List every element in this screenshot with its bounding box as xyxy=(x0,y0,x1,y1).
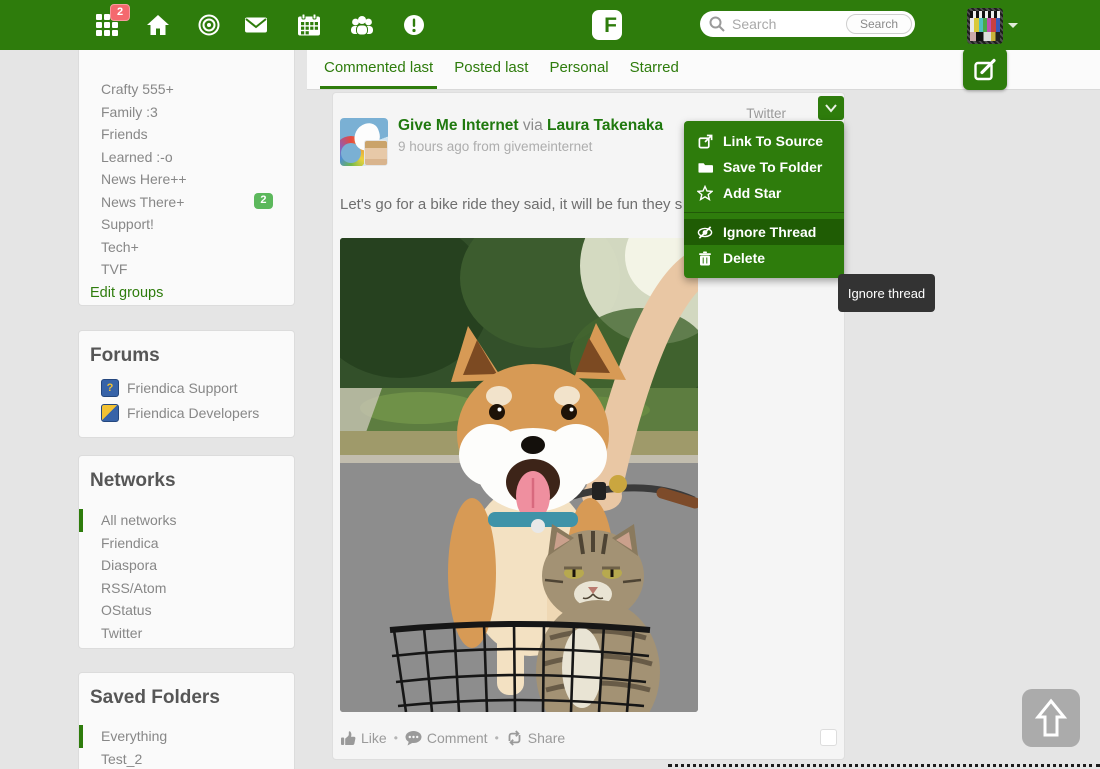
network-item-all[interactable]: All networks xyxy=(79,509,294,532)
group-item[interactable]: Friends xyxy=(79,123,294,146)
post-body-text: Let's go for a bike ride they said, it w… xyxy=(340,196,682,213)
post-actions-row: Like • Comment • Share xyxy=(340,730,565,746)
post-network-label: Twitter xyxy=(746,106,786,121)
folder-icon xyxy=(697,159,713,175)
star-outline-icon xyxy=(697,185,713,201)
bullseye-icon[interactable] xyxy=(198,14,220,36)
like-button[interactable]: Like xyxy=(340,730,387,746)
search-icon xyxy=(709,16,725,32)
retweet-share-icon xyxy=(506,730,523,746)
post-photo[interactable] xyxy=(340,238,698,712)
up-arrow-icon xyxy=(1034,698,1068,738)
group-item[interactable]: News Here++ xyxy=(79,168,294,191)
network-item-diaspora[interactable]: Diaspora xyxy=(79,554,294,577)
friendica-logo-icon[interactable]: F xyxy=(592,10,622,40)
scroll-to-top-button[interactable] xyxy=(1022,689,1080,747)
compose-button[interactable] xyxy=(963,48,1007,90)
user-menu-caret-icon[interactable] xyxy=(1008,23,1018,28)
trash-icon xyxy=(697,250,713,266)
page-bottom-dotted-edge xyxy=(668,764,1100,767)
home-icon[interactable] xyxy=(147,14,169,36)
external-link-icon xyxy=(697,133,713,149)
wall-owner-mini-avatar xyxy=(364,140,388,166)
unread-count-badge: 2 xyxy=(254,193,273,209)
forum-avatar-icon: ? xyxy=(101,379,119,397)
menu-item-ignore-thread[interactable]: Ignore Thread xyxy=(684,219,844,245)
network-item-friendica[interactable]: Friendica xyxy=(79,532,294,555)
post-byline: Give Me Internet via Laura Takenaka xyxy=(398,116,663,136)
group-item[interactable]: Crafty 555+ xyxy=(79,78,294,101)
pencil-square-icon xyxy=(974,58,997,81)
group-item[interactable]: Family :3 xyxy=(79,101,294,124)
group-item[interactable]: Learned :-o xyxy=(79,146,294,169)
menu-item-delete[interactable]: Delete xyxy=(684,245,844,271)
dog-cat-bicycle-photo xyxy=(340,238,698,712)
networks-title: Networks xyxy=(90,470,294,492)
tab-starred[interactable]: Starred xyxy=(626,50,683,89)
search-input[interactable] xyxy=(732,12,847,36)
post-timestamp[interactable]: 9 hours ago from givemeinternet xyxy=(398,139,592,154)
networks-list: All networks Friendica Diaspora RSS/Atom… xyxy=(79,509,294,644)
group-item[interactable]: TVF xyxy=(79,258,294,281)
menu-item-add-star[interactable]: Add Star xyxy=(684,180,844,206)
thumbs-up-icon xyxy=(340,730,356,746)
mail-icon[interactable] xyxy=(245,14,267,36)
folders-list: Everything Test_2 xyxy=(79,725,294,769)
network-item-rss-atom[interactable]: RSS/Atom xyxy=(79,577,294,600)
forum-item-friendica-support[interactable]: ? Friendica Support xyxy=(79,375,294,400)
top-navbar: 2 F Search xyxy=(0,0,1100,50)
eye-slash-icon xyxy=(697,224,713,240)
network-item-ostatus[interactable]: OStatus xyxy=(79,599,294,622)
search-box: Search xyxy=(700,11,915,37)
saved-folders-panel: Saved Folders Everything Test_2 xyxy=(78,672,295,769)
user-avatar[interactable] xyxy=(967,8,1003,44)
group-item[interactable]: Support! xyxy=(79,213,294,236)
group-item[interactable]: Tech+ xyxy=(79,236,294,259)
post-actions-dropdown: Link To Source Save To Folder Add Star I… xyxy=(684,121,844,278)
post-select-checkbox[interactable] xyxy=(820,729,837,746)
tab-posted-last[interactable]: Posted last xyxy=(450,50,532,89)
search-submit-button[interactable]: Search xyxy=(846,14,912,34)
comment-button[interactable]: Comment xyxy=(405,730,488,746)
post-menu-toggle-button[interactable] xyxy=(818,96,844,120)
groups-list: Crafty 555+ Family :3 Friends Learned :-… xyxy=(79,78,294,281)
notification-count-badge[interactable]: 2 xyxy=(110,4,130,21)
menu-item-link-to-source[interactable]: Link To Source xyxy=(684,128,844,154)
comment-bubble-icon xyxy=(405,730,422,746)
forum-avatar-icon xyxy=(101,404,119,422)
forums-title: Forums xyxy=(90,345,294,367)
folder-item-test2[interactable]: Test_2 xyxy=(79,748,294,769)
chevron-down-icon xyxy=(824,103,838,113)
saved-folders-title: Saved Folders xyxy=(90,687,294,709)
networks-panel: Networks All networks Friendica Diaspora… xyxy=(78,455,295,649)
post-author-avatar[interactable] xyxy=(340,118,388,166)
share-button[interactable]: Share xyxy=(506,730,565,746)
groups-icon[interactable] xyxy=(350,14,374,36)
calendar-icon[interactable] xyxy=(298,14,320,36)
tab-commented-last[interactable]: Commented last xyxy=(320,50,437,89)
forum-item-friendica-developers[interactable]: Friendica Developers xyxy=(79,400,294,425)
wall-owner-link[interactable]: Laura Takenaka xyxy=(547,117,663,134)
alert-icon[interactable] xyxy=(403,14,425,36)
menu-separator xyxy=(684,212,844,213)
forums-panel: Forums ? Friendica Support Friendica Dev… xyxy=(78,330,295,438)
menu-item-save-to-folder[interactable]: Save To Folder xyxy=(684,154,844,180)
post-author-link[interactable]: Give Me Internet xyxy=(398,117,519,134)
group-item[interactable]: News There+ 2 xyxy=(79,191,294,214)
tab-personal[interactable]: Personal xyxy=(545,50,612,89)
folder-item-everything[interactable]: Everything xyxy=(79,725,294,748)
edit-groups-link[interactable]: Edit groups xyxy=(90,285,294,301)
network-item-twitter[interactable]: Twitter xyxy=(79,622,294,645)
ignore-thread-tooltip: Ignore thread xyxy=(838,274,935,312)
